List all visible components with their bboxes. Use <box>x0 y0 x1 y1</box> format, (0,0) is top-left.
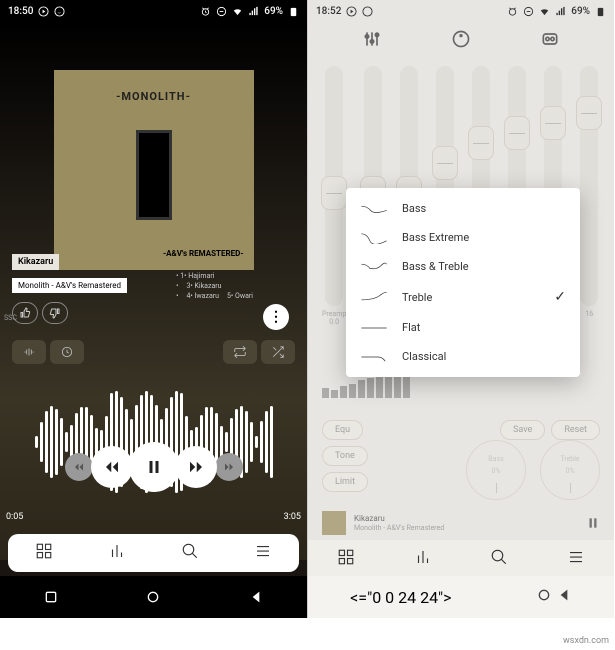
repeat-button[interactable] <box>223 340 257 364</box>
seek-fwd-button[interactable] <box>215 453 243 481</box>
curve-icon <box>360 291 388 303</box>
clock: 18:52 <box>316 6 341 17</box>
equ-button[interactable]: Equ <box>322 420 363 440</box>
whatsapp-icon <box>54 6 65 17</box>
whatsapp-icon <box>362 6 373 17</box>
player-screen: 18:50 69% -MONOLITH- -A&V's REMASTERED- … <box>0 0 307 618</box>
play-indicator-icon <box>38 6 49 17</box>
wifi-icon <box>232 6 243 17</box>
time-total: 3:05 <box>284 512 301 522</box>
save-button[interactable]: Save <box>500 420 545 440</box>
curve-icon <box>360 203 388 215</box>
overview-icon[interactable] <box>43 589 59 605</box>
reset-button[interactable]: Reset <box>551 420 600 440</box>
shuffle-button[interactable] <box>261 340 295 364</box>
battery-icon <box>595 6 606 17</box>
balance-icon[interactable] <box>451 29 471 49</box>
battery-pct: 69% <box>264 6 283 17</box>
seek-back-button[interactable] <box>65 453 93 481</box>
next-button[interactable] <box>175 446 217 488</box>
alarm-icon <box>507 6 518 17</box>
curve-icon <box>360 351 388 363</box>
remaster-tag: -A&V's REMASTERED- <box>163 249 244 258</box>
status-bar: 18:52 69% <box>308 0 614 22</box>
watermark: wsxdn.com <box>563 636 609 646</box>
track-title[interactable]: Kikazaru <box>12 254 59 270</box>
library-tab[interactable] <box>337 548 355 570</box>
tone-button[interactable]: Tone <box>322 446 368 466</box>
play-indicator-icon <box>346 6 357 17</box>
time-elapsed: 0:05 <box>6 512 23 522</box>
dnd-icon <box>216 6 227 17</box>
curve-icon <box>360 232 388 244</box>
reverb-icon[interactable] <box>540 29 560 49</box>
mini-track: Kikazaru <box>354 514 444 524</box>
limit-button[interactable]: Limit <box>322 472 368 492</box>
clock: 18:50 <box>8 6 33 17</box>
album-subtitle[interactable]: Monolith - A&V's Remastered <box>12 278 127 293</box>
mini-player[interactable]: Kikazaru Monolith - A&V's Remastered <box>322 510 600 536</box>
curve-icon <box>360 322 388 334</box>
library-tab[interactable] <box>35 542 53 564</box>
bass-knob[interactable]: Bass0% <box>466 440 526 500</box>
home-icon[interactable] <box>536 587 552 603</box>
search-tab[interactable] <box>181 542 199 564</box>
preset-popup: Bass Bass Extreme Bass & Treble Treble ✓… <box>346 188 580 377</box>
sleep-timer-button[interactable] <box>50 340 84 364</box>
preset-bass-treble[interactable]: Bass & Treble <box>346 252 580 281</box>
alarm-icon <box>200 6 211 17</box>
back-icon[interactable] <box>248 589 264 605</box>
album-art[interactable]: -MONOLITH- -A&V's REMASTERED- <box>54 70 254 270</box>
system-nav: <="0 0 24 24"> <box>308 576 614 618</box>
play-pause-button[interactable] <box>129 442 179 492</box>
thumbs-down-button[interactable] <box>42 302 68 324</box>
signal-icon <box>555 6 566 17</box>
search-tab[interactable] <box>490 548 508 570</box>
preset-treble[interactable]: Treble ✓ <box>346 281 580 313</box>
treble-knob[interactable]: Treble0% <box>540 440 600 500</box>
battery-pct: 69% <box>571 6 590 17</box>
album-title: -MONOLITH- <box>116 90 191 103</box>
visualizer-button[interactable] <box>12 340 46 364</box>
status-bar: 18:50 69% <box>0 0 307 22</box>
mini-album-art <box>322 511 346 535</box>
mini-album: Monolith - A&V's Remastered <box>354 524 444 532</box>
monolith-graphic <box>136 130 172 220</box>
wifi-icon <box>539 6 550 17</box>
prev-button[interactable] <box>91 446 133 488</box>
curve-icon <box>360 261 388 273</box>
preset-bass[interactable]: Bass <box>346 194 580 223</box>
eq-sliders-icon[interactable] <box>362 29 382 49</box>
eq-screen: 18:52 69% Preamp0.0 31 62 125 250 <box>307 0 614 618</box>
home-icon[interactable] <box>145 589 161 605</box>
dnd-icon <box>523 6 534 17</box>
bottom-nav <box>8 534 299 572</box>
equalizer-tab[interactable] <box>108 542 126 564</box>
bottom-nav <box>308 540 614 578</box>
mini-pause-button[interactable] <box>586 516 600 530</box>
signal-icon <box>248 6 259 17</box>
band-slider[interactable] <box>580 66 598 306</box>
back-icon[interactable] <box>556 587 572 603</box>
preset-classical[interactable]: Classical <box>346 342 580 371</box>
queue-tab[interactable] <box>567 548 585 570</box>
track-list: 1• Hajimari 3• Kikazaru 4• Iwazaru5• Owa… <box>176 272 253 301</box>
battery-icon <box>288 6 299 17</box>
check-icon: ✓ <box>554 289 566 305</box>
system-nav <box>0 576 307 618</box>
equalizer-tab[interactable] <box>414 548 432 570</box>
preset-bass-extreme[interactable]: Bass Extreme <box>346 223 580 252</box>
queue-tab[interactable] <box>254 542 272 564</box>
preset-flat[interactable]: Flat <box>346 313 580 342</box>
preamp-slider[interactable] <box>325 66 343 306</box>
more-button[interactable]: ⋮ <box>263 304 289 330</box>
thumbs-up-button[interactable] <box>12 302 38 324</box>
